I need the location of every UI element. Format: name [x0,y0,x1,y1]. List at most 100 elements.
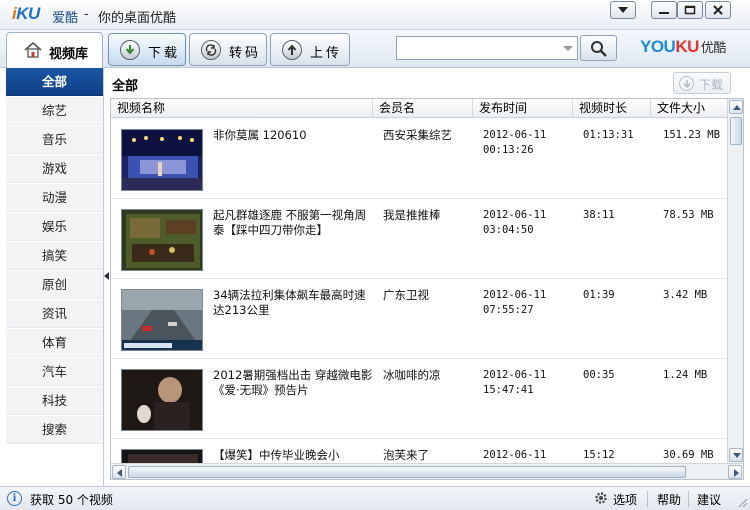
close-icon [713,5,723,15]
sidebar-item-cars[interactable]: 汽车 [6,358,103,386]
options-link[interactable]: 选项 [613,491,637,508]
download-selected-label: 下载 [699,78,724,92]
status-divider [647,491,648,507]
sidebar-item-music[interactable]: 音乐 [6,126,103,154]
gear-icon[interactable] [594,491,608,505]
search-history-dropdown-icon[interactable] [563,46,573,51]
video-member[interactable]: 泡芙来了 [383,448,483,463]
app-name: 爱酷 [52,11,79,26]
video-publish-time: 2012-06-11 00:13:26 [483,129,547,156]
table-row[interactable]: 【爆笑】中传毕业晚会小 泡芙来了 2012-06-11 15:12 30.69 … [111,439,727,463]
video-table: 视频名称 会员名 发布时间 视频时长 文件大小 非你莫属 120610 西安采集… [110,98,744,480]
video-title[interactable]: 34辆法拉利集体飙车最高时速达213公里 [213,288,373,318]
video-title[interactable]: 非你莫属 120610 [213,128,373,143]
video-member[interactable]: 广东卫视 [383,288,483,303]
download-icon [679,76,694,91]
tab-video-library-label: 视频库 [49,47,89,62]
video-member[interactable]: 冰咖啡的凉 [383,368,483,383]
download-selected-button[interactable]: 下载 [673,72,731,94]
video-member[interactable]: 西安采集综艺 [383,128,483,143]
table-row[interactable]: 34辆法拉利集体飙车最高时速达213公里 广东卫视 2012-06-11 07:5… [111,279,727,359]
video-title[interactable]: 2012暑期强档出击 穿越微电影 《爱·无瑕》预告片 [213,368,373,398]
upload-button[interactable]: 上传 [270,33,350,66]
scroll-up-button[interactable] [729,100,743,114]
search-button[interactable] [580,35,617,61]
sidebar-item-entertainment[interactable]: 娱乐 [6,213,103,241]
resize-grip-icon[interactable] [736,496,748,508]
convert-button-label: 转码 [229,46,262,61]
title-separator: - [84,7,89,22]
table-row[interactable]: 起凡群雄逐鹿 不服第一视角周泰【踩中四刀带你走】 我是推推棒 2012-06-1… [111,199,727,279]
video-title[interactable]: 【爆笑】中传毕业晚会小 [213,448,373,463]
video-duration: 01:13:31 [583,129,634,141]
video-duration: 00:35 [583,369,615,381]
video-thumbnail[interactable] [121,369,203,431]
column-header-title[interactable]: 视频名称 [111,99,373,118]
convert-button[interactable]: 转码 [189,33,267,66]
column-header-member[interactable]: 会员名 [373,99,473,118]
search-field[interactable] [396,36,578,60]
minimize-button[interactable] [651,1,677,19]
column-header-file-size[interactable]: 文件大小 [651,99,727,118]
youku-brand-logo: YOUKU 优酷 [640,37,726,56]
video-file-size: 3.42 MB [663,289,708,301]
table-body: 非你莫属 120610 西安采集综艺 2012-06-11 00:13:26 01… [111,119,727,463]
video-duration: 01:39 [583,289,615,301]
scroll-left-button[interactable] [112,465,126,479]
video-publish-time: 2012-06-11 07:55:27 [483,289,547,316]
chevron-up-icon [733,105,741,110]
chevron-left-icon [117,469,122,477]
main-panel: 全部 下载 视频名称 会员名 发布时间 视频时长 文件大小 非你莫属 12061… [108,68,744,486]
vertical-scrollbar[interactable] [727,99,743,463]
convert-icon [201,40,221,60]
status-divider [688,491,689,507]
vertical-scroll-thumb[interactable] [730,117,742,145]
sidebar-item-anime[interactable]: 动漫 [6,184,103,212]
info-icon: i [7,491,22,506]
menu-button[interactable] [610,1,636,19]
maximize-icon [684,5,696,15]
status-bar: i 获取 50 个视频 选项 帮助 建议 [0,486,750,510]
video-publish-time: 2012-06-11 03:04:50 [483,209,547,236]
sidebar-item-funny[interactable]: 搞笑 [6,242,103,270]
upload-button-label: 上传 [310,46,343,61]
column-header-duration[interactable]: 视频时长 [573,99,651,118]
feedback-link[interactable]: 建议 [697,491,721,508]
download-button[interactable]: 下载 [108,33,186,66]
title-bar: iKU 爱酷 - 你的桌面优酷 [0,0,750,30]
column-header-publish-time[interactable]: 发布时间 [473,99,573,118]
sidebar-item-sports[interactable]: 体育 [6,329,103,357]
video-thumbnail[interactable] [121,129,203,191]
scroll-right-button[interactable] [728,465,742,479]
download-icon [120,40,140,60]
video-member[interactable]: 我是推推棒 [383,208,483,223]
table-header: 视频名称 会员名 发布时间 视频时长 文件大小 [111,99,727,118]
close-button[interactable] [705,1,731,19]
chevron-right-icon [734,469,739,477]
video-thumbnail[interactable] [121,209,203,271]
sidebar-item-all[interactable]: 全部 [6,68,103,96]
sidebar-item-games[interactable]: 游戏 [6,155,103,183]
sidebar-item-search[interactable]: 搜索 [6,416,103,444]
category-sidebar: 全部 综艺 音乐 游戏 动漫 娱乐 搞笑 原创 资讯 体育 汽车 科技 搜索 [0,68,104,486]
video-title[interactable]: 起凡群雄逐鹿 不服第一视角周泰【踩中四刀带你走】 [213,208,373,238]
horizontal-scroll-thumb[interactable] [128,466,686,478]
tab-video-library[interactable]: 视频库 [6,32,103,68]
sidebar-item-original[interactable]: 原创 [6,271,103,299]
table-row[interactable]: 非你莫属 120610 西安采集综艺 2012-06-11 00:13:26 01… [111,119,727,199]
sidebar-item-news[interactable]: 资讯 [6,300,103,328]
main-toolbar: 视频库 下载 转码 上传 YOUKU 优酷 [0,30,750,68]
search-input[interactable] [399,39,559,57]
video-duration: 38:11 [583,209,615,221]
video-thumbnail[interactable] [121,449,203,463]
help-link[interactable]: 帮助 [657,491,681,508]
sidebar-item-tech[interactable]: 科技 [6,387,103,415]
video-thumbnail[interactable] [121,289,203,351]
video-publish-time: 2012-06-11 [483,449,547,461]
maximize-button[interactable] [677,1,703,19]
sidebar-item-variety[interactable]: 综艺 [6,97,103,125]
horizontal-scrollbar[interactable] [111,463,743,479]
table-row[interactable]: 2012暑期强档出击 穿越微电影 《爱·无瑕》预告片 冰咖啡的凉 2012-06… [111,359,727,439]
download-button-label: 下载 [148,46,181,61]
scroll-down-button[interactable] [729,448,743,462]
